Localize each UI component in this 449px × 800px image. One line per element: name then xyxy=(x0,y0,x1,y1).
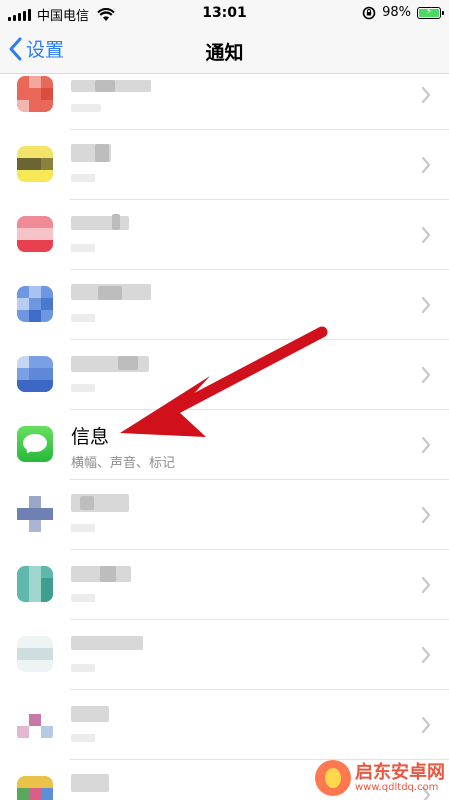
watermark: 启东安卓网 www.qdltdq.com xyxy=(315,760,445,796)
app-icon xyxy=(17,76,53,112)
app-notification-list: 信息 横幅、声音、标记 xyxy=(0,74,449,800)
list-item[interactable] xyxy=(0,550,449,620)
list-item[interactable] xyxy=(0,200,449,270)
list-item-messages[interactable]: 信息 横幅、声音、标记 xyxy=(0,410,449,480)
chevron-right-icon xyxy=(421,226,431,244)
app-icon xyxy=(17,216,53,252)
status-bar: 中国电信 13:01 98% ⚡ xyxy=(0,0,449,28)
chevron-right-icon xyxy=(421,296,431,314)
list-item[interactable] xyxy=(0,480,449,550)
app-name: 信息 xyxy=(71,426,110,448)
chevron-right-icon xyxy=(421,646,431,664)
page-title: 通知 xyxy=(205,42,244,64)
chevron-right-icon xyxy=(421,436,431,454)
chevron-right-icon xyxy=(421,156,431,174)
app-icon xyxy=(17,146,53,182)
app-icon xyxy=(17,636,53,672)
chevron-right-icon xyxy=(421,86,431,104)
list-item[interactable] xyxy=(0,270,449,340)
orientation-lock-icon xyxy=(362,6,376,19)
app-icon xyxy=(17,706,53,742)
list-item[interactable] xyxy=(0,74,449,130)
app-icon xyxy=(17,566,53,602)
app-icon xyxy=(17,286,53,322)
app-icon xyxy=(17,356,53,392)
list-item[interactable] xyxy=(0,620,449,690)
battery-icon: ⚡ xyxy=(417,6,444,19)
list-item[interactable] xyxy=(0,690,449,760)
app-notification-summary: 横幅、声音、标记 xyxy=(71,456,176,471)
watermark-name: 启东安卓网 xyxy=(355,761,445,783)
list-item[interactable] xyxy=(0,130,449,200)
battery-percent: 98% xyxy=(382,5,411,20)
nav-bar: 设置 通知 xyxy=(0,28,449,74)
watermark-logo-icon xyxy=(315,760,351,796)
app-icon xyxy=(17,496,53,532)
status-right: 98% ⚡ xyxy=(362,5,444,20)
chevron-right-icon xyxy=(421,576,431,594)
list-item[interactable] xyxy=(0,340,449,410)
app-icon xyxy=(17,776,53,800)
messages-app-icon xyxy=(17,426,53,462)
chevron-right-icon xyxy=(421,716,431,734)
watermark-url: www.qdltdq.com xyxy=(355,782,439,794)
chevron-right-icon xyxy=(421,506,431,524)
chevron-right-icon xyxy=(421,366,431,384)
